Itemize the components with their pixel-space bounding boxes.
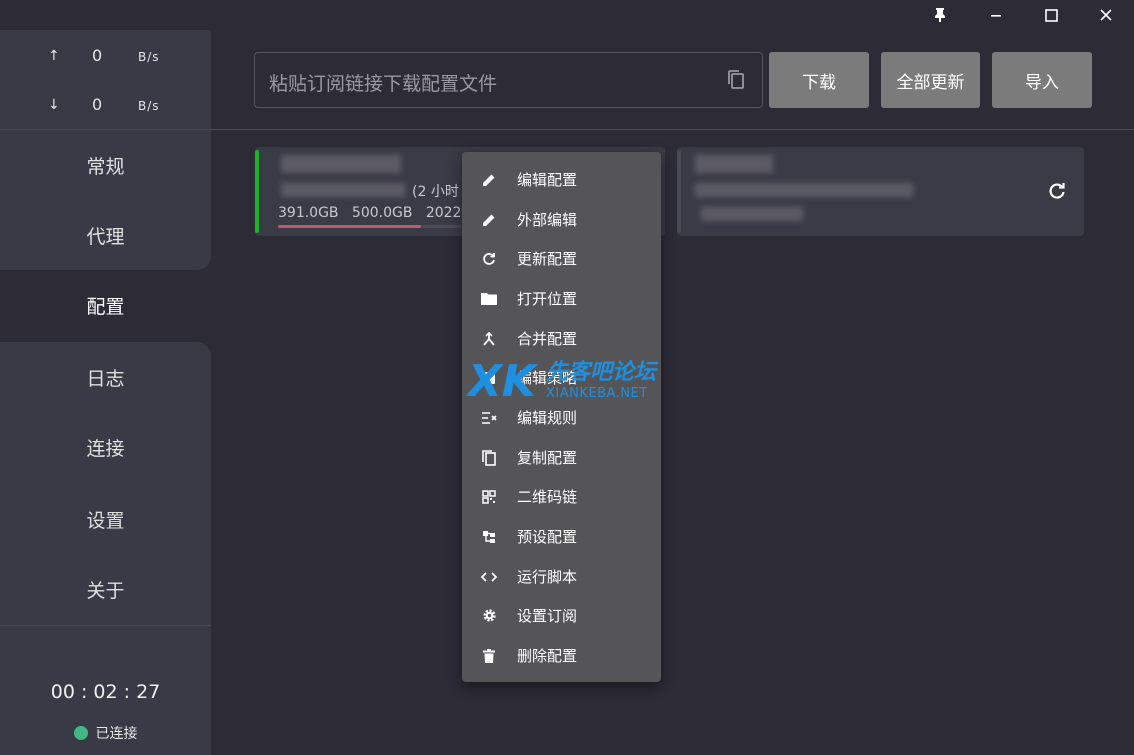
pencil-icon (480, 211, 498, 229)
sidebar-item-general[interactable]: 常规 (0, 130, 211, 200)
qrcode-icon (480, 488, 498, 506)
gear-icon (480, 607, 498, 625)
code-icon (480, 568, 498, 586)
sidebar-item-label: 常规 (86, 155, 125, 178)
profile-usage-redacted (701, 207, 803, 221)
upload-speed: ↑ 0 B/s (0, 46, 211, 70)
pencil-icon (480, 171, 498, 189)
pin-icon[interactable] (912, 0, 968, 30)
minimize-icon[interactable] (968, 0, 1024, 30)
upload-arrow-icon: ↑ (48, 48, 60, 64)
subscription-url-input[interactable]: 粘贴订阅链接下载配置文件 (254, 52, 763, 108)
download-value: 0 (92, 95, 103, 114)
uptime-timer: 00 : 02 : 27 (50, 681, 161, 703)
sidebar-item-logs[interactable]: 日志 (0, 342, 211, 412)
watermark-title: 先客吧论坛 (546, 360, 657, 385)
profile-url-redacted (695, 183, 913, 197)
trash-icon (480, 647, 498, 665)
import-button[interactable]: 导入 (992, 52, 1092, 108)
status-dot-icon (73, 726, 88, 740)
preset-icon (480, 528, 498, 546)
menu-item-label: 删除配置 (517, 647, 578, 665)
sidebar: ↑ 0 B/s ↓ 0 B/s 常规 代理 配置 日志 连接 设置 关于 00 … (0, 30, 211, 755)
sidebar-item-label: 日志 (86, 367, 125, 390)
download-arrow-icon: ↓ (48, 97, 60, 113)
menu-item-label: 打开位置 (517, 290, 578, 308)
usage-progress (278, 225, 461, 228)
traffic-speed: ↑ 0 B/s ↓ 0 B/s (0, 30, 211, 130)
refresh-icon (480, 250, 498, 268)
maximize-icon[interactable] (1023, 0, 1079, 30)
profile-card[interactable] (677, 147, 1084, 236)
menu-item-label: 外部编辑 (517, 211, 578, 229)
sidebar-item-label: 关于 (86, 579, 125, 602)
folder-icon (480, 290, 498, 308)
upload-unit: B/s (138, 50, 160, 64)
menu-item-label: 合并配置 (517, 330, 578, 348)
menu-item-label: 二维码链 (517, 488, 578, 506)
menu-item-subscription-settings[interactable]: 设置订阅 (462, 596, 661, 635)
refresh-icon[interactable] (1048, 182, 1066, 204)
menu-item-label: 编辑配置 (517, 171, 578, 189)
menu-item-delete-profile[interactable]: 删除配置 (462, 636, 661, 675)
menu-item-label: 设置订阅 (517, 607, 578, 625)
profile-url-redacted (281, 183, 405, 197)
profile-usage: 391.0GB 500.0GB 2022-11 (278, 205, 484, 221)
sidebar-item-label: 配置 (86, 295, 125, 318)
upload-value: 0 (92, 46, 103, 65)
menu-item-open-location[interactable]: 打开位置 (462, 279, 661, 318)
menu-item-preset-profile[interactable]: 预设配置 (462, 517, 661, 556)
menu-item-run-script[interactable]: 运行脚本 (462, 557, 661, 596)
profile-used: 391.0GB (278, 205, 339, 221)
menu-item-label: 运行脚本 (517, 568, 578, 586)
menu-item-label: 预设配置 (517, 528, 578, 546)
sidebar-item-settings[interactable]: 设置 (0, 484, 211, 554)
close-icon[interactable] (1078, 0, 1134, 30)
menu-item-qrcode-link[interactable]: 二维码链 (462, 477, 661, 516)
profile-context-menu: 编辑配置 外部编辑 更新配置 打开位置 合并配置 编辑策略 编辑规则 复制配置 … (462, 152, 661, 682)
merge-icon (480, 330, 498, 348)
usage-progress-fill (278, 225, 421, 228)
watermark-logo: XK (468, 356, 537, 407)
active-indicator (255, 150, 259, 233)
download-speed: ↓ 0 B/s (0, 95, 211, 119)
inactive-indicator (677, 150, 681, 233)
sidebar-item-proxy[interactable]: 代理 (0, 200, 211, 270)
menu-item-edit-profile[interactable]: 编辑配置 (462, 160, 661, 199)
title-bar (0, 0, 1134, 30)
paste-icon[interactable] (726, 69, 746, 95)
menu-item-label: 更新配置 (517, 250, 578, 268)
sidebar-footer: 00 : 02 : 27 已连接 (0, 625, 211, 755)
menu-item-update-profile[interactable]: 更新配置 (462, 239, 661, 278)
menu-item-duplicate-profile[interactable]: 复制配置 (462, 438, 661, 477)
connection-status: 已连接 (0, 723, 211, 743)
profiles-toolbar: 粘贴订阅链接下载配置文件 下载 全部更新 导入 (211, 30, 1134, 130)
download-button[interactable]: 下载 (769, 52, 869, 108)
profile-name-redacted (281, 155, 401, 173)
copy-icon (480, 449, 498, 467)
profile-update-time: (2 小时 (412, 184, 459, 200)
sidebar-item-label: 设置 (86, 509, 125, 532)
sidebar-item-label: 连接 (86, 437, 125, 460)
watermark-url: XIANKEBA.NET (546, 386, 648, 401)
menu-item-external-edit[interactable]: 外部编辑 (462, 200, 661, 239)
sidebar-item-connections[interactable]: 连接 (0, 412, 211, 482)
profile-total: 500.0GB (351, 205, 413, 221)
sidebar-item-about[interactable]: 关于 (0, 554, 211, 624)
forum-watermark: XK 先客吧论坛 XIANKEBA.NET (468, 352, 668, 412)
menu-item-label: 复制配置 (517, 449, 578, 467)
profile-name-redacted (695, 155, 773, 173)
download-unit: B/s (138, 99, 160, 113)
url-placeholder: 粘贴订阅链接下载配置文件 (269, 73, 498, 95)
status-text: 已连接 (95, 726, 138, 742)
sidebar-item-label: 代理 (86, 225, 125, 248)
update-all-button[interactable]: 全部更新 (881, 52, 980, 108)
sidebar-item-profiles[interactable]: 配置 (0, 270, 211, 340)
